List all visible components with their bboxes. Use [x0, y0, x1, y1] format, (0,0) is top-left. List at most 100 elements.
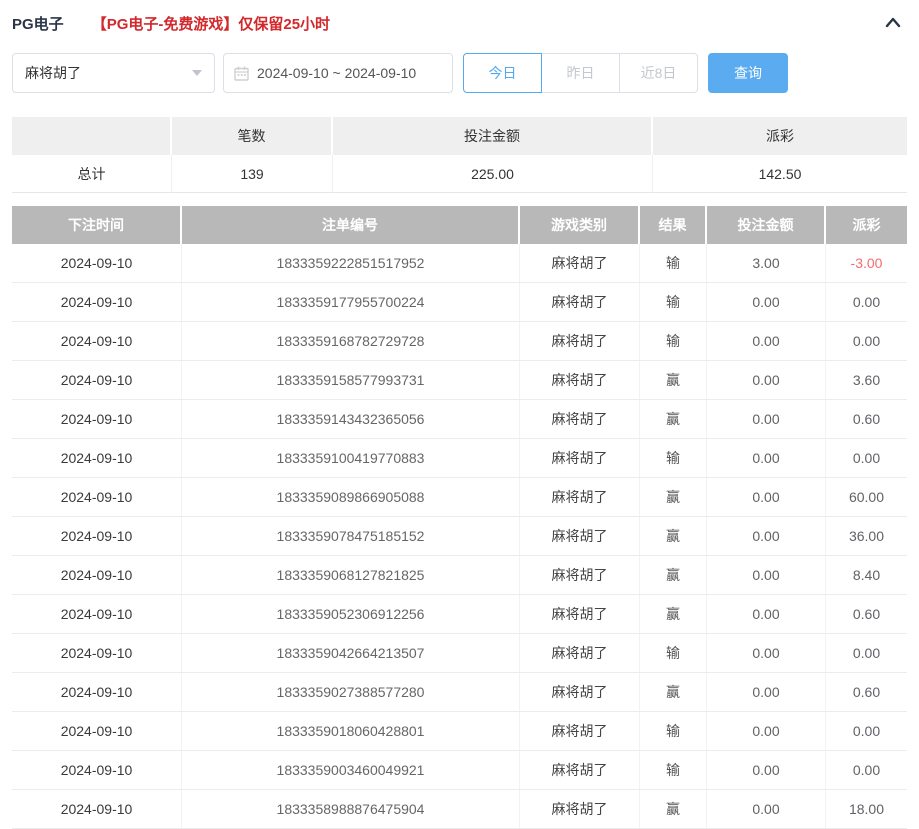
yesterday-button[interactable]: 昨日 — [541, 53, 620, 93]
table-row: 2024-09-10 1833359003460049921 麻将胡了 输 0.… — [12, 751, 907, 790]
header-payout: 派彩 — [826, 206, 907, 244]
payout-cell: 0.00 — [852, 333, 881, 349]
result-cell: 赢 — [640, 361, 707, 399]
result-cell: 赢 — [640, 790, 707, 828]
result-cell: 输 — [640, 712, 707, 750]
today-button[interactable]: 今日 — [463, 53, 542, 93]
result-cell: 赢 — [640, 478, 707, 516]
bet-amount-cell: 0.00 — [707, 400, 826, 438]
summary-table: 笔数 投注金额 派彩 总计 139 225.00 142.50 — [12, 117, 907, 193]
summary-header-bet-amount: 投注金额 — [333, 117, 653, 155]
bet-time-cell: 2024-09-10 — [12, 556, 182, 594]
bet-time-cell: 2024-09-10 — [12, 322, 182, 360]
table-row: 2024-09-10 1833359068127821825 麻将胡了 赢 0.… — [12, 556, 907, 595]
game-type-cell: 麻将胡了 — [520, 400, 640, 438]
payout-cell: 18.00 — [848, 801, 885, 817]
bet-time-cell: 2024-09-10 — [12, 478, 182, 516]
chevron-down-icon — [192, 70, 202, 76]
bet-amount-cell: 0.00 — [707, 634, 826, 672]
game-type-cell: 麻将胡了 — [520, 595, 640, 633]
bet-id-cell: 1833359042664213507 — [182, 634, 520, 672]
summary-header-payout: 派彩 — [653, 117, 907, 155]
game-type-cell: 麻将胡了 — [520, 673, 640, 711]
game-type-cell: 麻将胡了 — [520, 478, 640, 516]
bet-time-cell: 2024-09-10 — [12, 517, 182, 555]
result-cell: 输 — [640, 322, 707, 360]
bet-amount-cell: 0.00 — [707, 595, 826, 633]
bet-time-cell: 2024-09-10 — [12, 712, 182, 750]
bet-table-header: 下注时间 注单编号 游戏类别 结果 投注金额 派彩 — [12, 206, 907, 244]
result-cell: 赢 — [640, 595, 707, 633]
table-row: 2024-09-10 1833359089866905088 麻将胡了 赢 0.… — [12, 478, 907, 517]
pg-panel: PG电子 【PG电子-免费游戏】仅保留25小时 麻将胡了 2024-09-10 … — [0, 0, 919, 829]
game-type-cell: 麻将胡了 — [520, 634, 640, 672]
game-type-cell: 麻将胡了 — [520, 556, 640, 594]
bet-time-cell: 2024-09-10 — [12, 400, 182, 438]
collapse-button[interactable] — [883, 14, 903, 32]
panel-header: PG电子 【PG电子-免费游戏】仅保留25小时 — [12, 0, 907, 46]
bet-amount-cell: 0.00 — [707, 751, 826, 789]
game-type-cell: 麻将胡了 — [520, 244, 640, 282]
table-row: 2024-09-10 1833359100419770883 麻将胡了 输 0.… — [12, 439, 907, 478]
payout-cell: 0.00 — [852, 450, 881, 466]
table-row: 2024-09-10 1833359143432365056 麻将胡了 赢 0.… — [12, 400, 907, 439]
payout-cell: 60.00 — [848, 489, 885, 505]
bet-time-cell: 2024-09-10 — [12, 634, 182, 672]
bet-amount-cell: 0.00 — [707, 790, 826, 828]
last-8-days-button[interactable]: 近8日 — [619, 53, 698, 93]
bet-amount-cell: 0.00 — [707, 673, 826, 711]
payout-cell: 36.00 — [848, 528, 885, 544]
payout-cell: 0.60 — [852, 411, 881, 427]
bet-id-cell: 1833359068127821825 — [182, 556, 520, 594]
bet-id-cell: 1833359158577993731 — [182, 361, 520, 399]
bet-id-cell: 1833359089866905088 — [182, 478, 520, 516]
game-type-cell: 麻将胡了 — [520, 283, 640, 321]
bet-table: 下注时间 注单编号 游戏类别 结果 投注金额 派彩 2024-09-10 183… — [12, 206, 907, 829]
result-cell: 赢 — [640, 673, 707, 711]
table-row: 2024-09-10 1833359018060428801 麻将胡了 输 0.… — [12, 712, 907, 751]
table-row: 2024-09-10 1833359042664213507 麻将胡了 输 0.… — [12, 634, 907, 673]
table-row: 2024-09-10 1833359177955700224 麻将胡了 输 0.… — [12, 283, 907, 322]
table-row: 2024-09-10 1833358988876475904 麻将胡了 赢 0.… — [12, 790, 907, 829]
bet-time-cell: 2024-09-10 — [12, 595, 182, 633]
game-type-cell: 麻将胡了 — [520, 361, 640, 399]
payout-cell: 0.60 — [852, 684, 881, 700]
bet-id-cell: 1833359078475185152 — [182, 517, 520, 555]
header-bet-time: 下注时间 — [12, 206, 182, 244]
bet-id-cell: 1833359018060428801 — [182, 712, 520, 750]
summary-header-empty — [12, 117, 172, 155]
bet-id-cell: 1833359027388577280 — [182, 673, 520, 711]
game-select[interactable]: 麻将胡了 — [12, 53, 215, 93]
query-button[interactable]: 查询 — [708, 53, 788, 93]
game-type-cell: 麻将胡了 — [520, 322, 640, 360]
game-select-value: 麻将胡了 — [25, 65, 81, 81]
table-row: 2024-09-10 1833359158577993731 麻将胡了 赢 0.… — [12, 361, 907, 400]
filter-controls: 麻将胡了 2024-09-10 ~ 2024-09-10 今日 昨日 近8日 查… — [12, 53, 907, 93]
date-range-input[interactable]: 2024-09-10 ~ 2024-09-10 — [223, 53, 453, 93]
game-type-cell: 麻将胡了 — [520, 517, 640, 555]
bet-id-cell: 1833359052306912256 — [182, 595, 520, 633]
bet-id-cell: 1833359222851517952 — [182, 244, 520, 282]
summary-total-label: 总计 — [12, 155, 172, 193]
panel-title: PG电子 — [12, 15, 64, 33]
payout-cell: 0.00 — [852, 723, 881, 739]
bet-time-cell: 2024-09-10 — [12, 244, 182, 282]
result-cell: 赢 — [640, 556, 707, 594]
bet-amount-cell: 0.00 — [707, 478, 826, 516]
bet-time-cell: 2024-09-10 — [12, 673, 182, 711]
bet-amount-cell: 0.00 — [707, 439, 826, 477]
summary-total-row: 总计 139 225.00 142.50 — [12, 155, 907, 193]
header-result: 结果 — [640, 206, 707, 244]
summary-header-count: 笔数 — [172, 117, 333, 155]
payout-cell: 0.60 — [852, 606, 881, 622]
quick-date-button-group: 今日 昨日 近8日 — [463, 53, 698, 93]
summary-total-payout: 142.50 — [653, 155, 907, 193]
bet-time-cell: 2024-09-10 — [12, 790, 182, 828]
payout-cell: -3.00 — [850, 255, 883, 271]
bet-amount-cell: 3.00 — [707, 244, 826, 282]
result-cell: 输 — [640, 283, 707, 321]
bet-amount-cell: 0.00 — [707, 322, 826, 360]
summary-header-row: 笔数 投注金额 派彩 — [12, 117, 907, 155]
bet-amount-cell: 0.00 — [707, 712, 826, 750]
header-bet-id: 注单编号 — [182, 206, 520, 244]
